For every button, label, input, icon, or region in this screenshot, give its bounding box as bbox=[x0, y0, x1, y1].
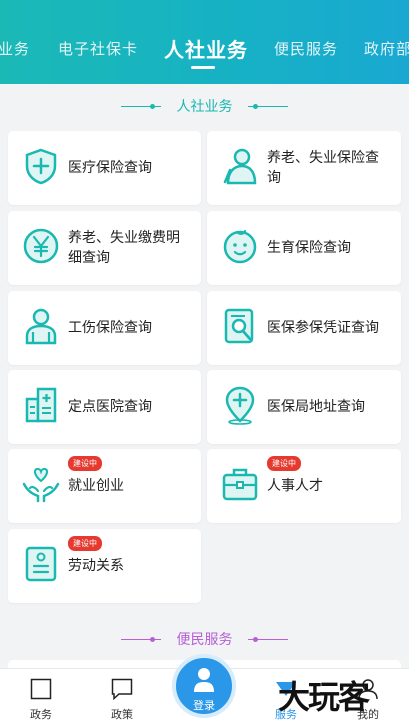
card-work-injury-insurance-query[interactable]: 工伤保险查询 bbox=[8, 291, 201, 365]
shield-plus-icon bbox=[25, 148, 57, 185]
tab-hr-social-business[interactable]: 人社业务 bbox=[164, 34, 248, 63]
card-designated-hospital-query[interactable]: 定点医院查询 bbox=[8, 370, 201, 444]
card-label: 人事人才 bbox=[267, 478, 323, 494]
dot bbox=[150, 637, 155, 642]
watermark-logo: 大玩客 bbox=[278, 678, 370, 716]
card-medical-insurance-query[interactable]: 医疗保险查询 bbox=[8, 131, 201, 205]
card-medical-bureau-address-query[interactable]: 医保局地址查询 bbox=[207, 370, 401, 444]
card-maternity-insurance-query[interactable]: 生育保险查询 bbox=[207, 211, 401, 285]
user-avatar-icon bbox=[194, 668, 214, 692]
location-pin-icon bbox=[225, 386, 255, 425]
section-header-hr-business: 人社业务 bbox=[0, 95, 409, 119]
document-search-icon bbox=[224, 308, 254, 344]
status-badge: 建设中 bbox=[68, 456, 102, 471]
hospital-icon bbox=[25, 387, 57, 423]
card-label: 定点医院查询 bbox=[68, 399, 152, 415]
hands-heart-icon bbox=[22, 467, 60, 503]
card-employment-entrepreneurship[interactable]: 建设中 就业创业 bbox=[8, 449, 201, 523]
elderly-person-icon bbox=[223, 148, 257, 185]
contract-icon bbox=[25, 546, 57, 582]
nav-item-government-affairs[interactable]: 政务 bbox=[11, 669, 71, 724]
chat-bubble-icon bbox=[111, 678, 133, 700]
yuan-coin-icon bbox=[23, 228, 59, 264]
baby-face-icon bbox=[223, 229, 257, 264]
square-icon bbox=[30, 678, 52, 700]
card-label: 医保局地址查询 bbox=[267, 399, 365, 415]
card-label: 医疗保险查询 bbox=[68, 160, 152, 176]
tab-convenience-services[interactable]: 便民服务 bbox=[274, 38, 338, 59]
login-label: 登录 bbox=[193, 699, 215, 712]
card-pension-unemployment-query[interactable]: 养老、失业保险查 询 bbox=[207, 131, 401, 205]
top-tab-bar: 业务 电子社保卡 人社业务 便民服务 政府部 bbox=[0, 0, 409, 84]
nav-label: 政策 bbox=[111, 708, 133, 721]
card-label: 劳动关系 bbox=[68, 558, 124, 574]
card-label-line1: 养老、失业缴费明 bbox=[68, 230, 180, 246]
card-personnel-talent[interactable]: 建设中 人事人才 bbox=[207, 449, 401, 523]
divider bbox=[121, 639, 161, 640]
divider bbox=[248, 639, 288, 640]
card-label-line2: 细查询 bbox=[68, 250, 110, 266]
tab-social-security-card[interactable]: 电子社保卡 bbox=[58, 38, 138, 59]
divider bbox=[248, 106, 288, 107]
nav-item-policy[interactable]: 政策 bbox=[92, 669, 152, 724]
briefcase-icon bbox=[222, 468, 258, 501]
section-header-convenience-services: 便民服务 bbox=[0, 628, 409, 652]
login-button[interactable]: 登录 bbox=[172, 654, 236, 718]
active-tab-indicator bbox=[191, 66, 215, 69]
section-title: 人社业务 bbox=[176, 99, 233, 115]
card-labor-relations[interactable]: 建设中 劳动关系 bbox=[8, 529, 201, 603]
section-title: 便民服务 bbox=[176, 632, 233, 648]
card-label-line1: 养老、失业保险查 bbox=[267, 150, 379, 166]
card-label-line2: 询 bbox=[267, 170, 281, 186]
card-label: 医保参保凭证查询 bbox=[267, 320, 379, 336]
card-pension-payment-detail-query[interactable]: 养老、失业缴费明 细查询 bbox=[8, 211, 201, 285]
tab-business[interactable]: 业务 bbox=[0, 38, 30, 59]
tab-government-departments[interactable]: 政府部 bbox=[364, 38, 409, 59]
card-medical-insurance-certificate-query[interactable]: 医保参保凭证查询 bbox=[207, 291, 401, 365]
status-badge: 建设中 bbox=[68, 536, 102, 551]
dot bbox=[150, 104, 155, 109]
injured-person-icon bbox=[25, 308, 57, 345]
divider bbox=[121, 106, 161, 107]
card-label: 工伤保险查询 bbox=[68, 320, 152, 336]
card-label: 就业创业 bbox=[68, 478, 124, 494]
status-badge: 建设中 bbox=[267, 456, 301, 471]
card-label: 生育保险查询 bbox=[267, 240, 351, 256]
nav-label: 政务 bbox=[30, 708, 52, 721]
